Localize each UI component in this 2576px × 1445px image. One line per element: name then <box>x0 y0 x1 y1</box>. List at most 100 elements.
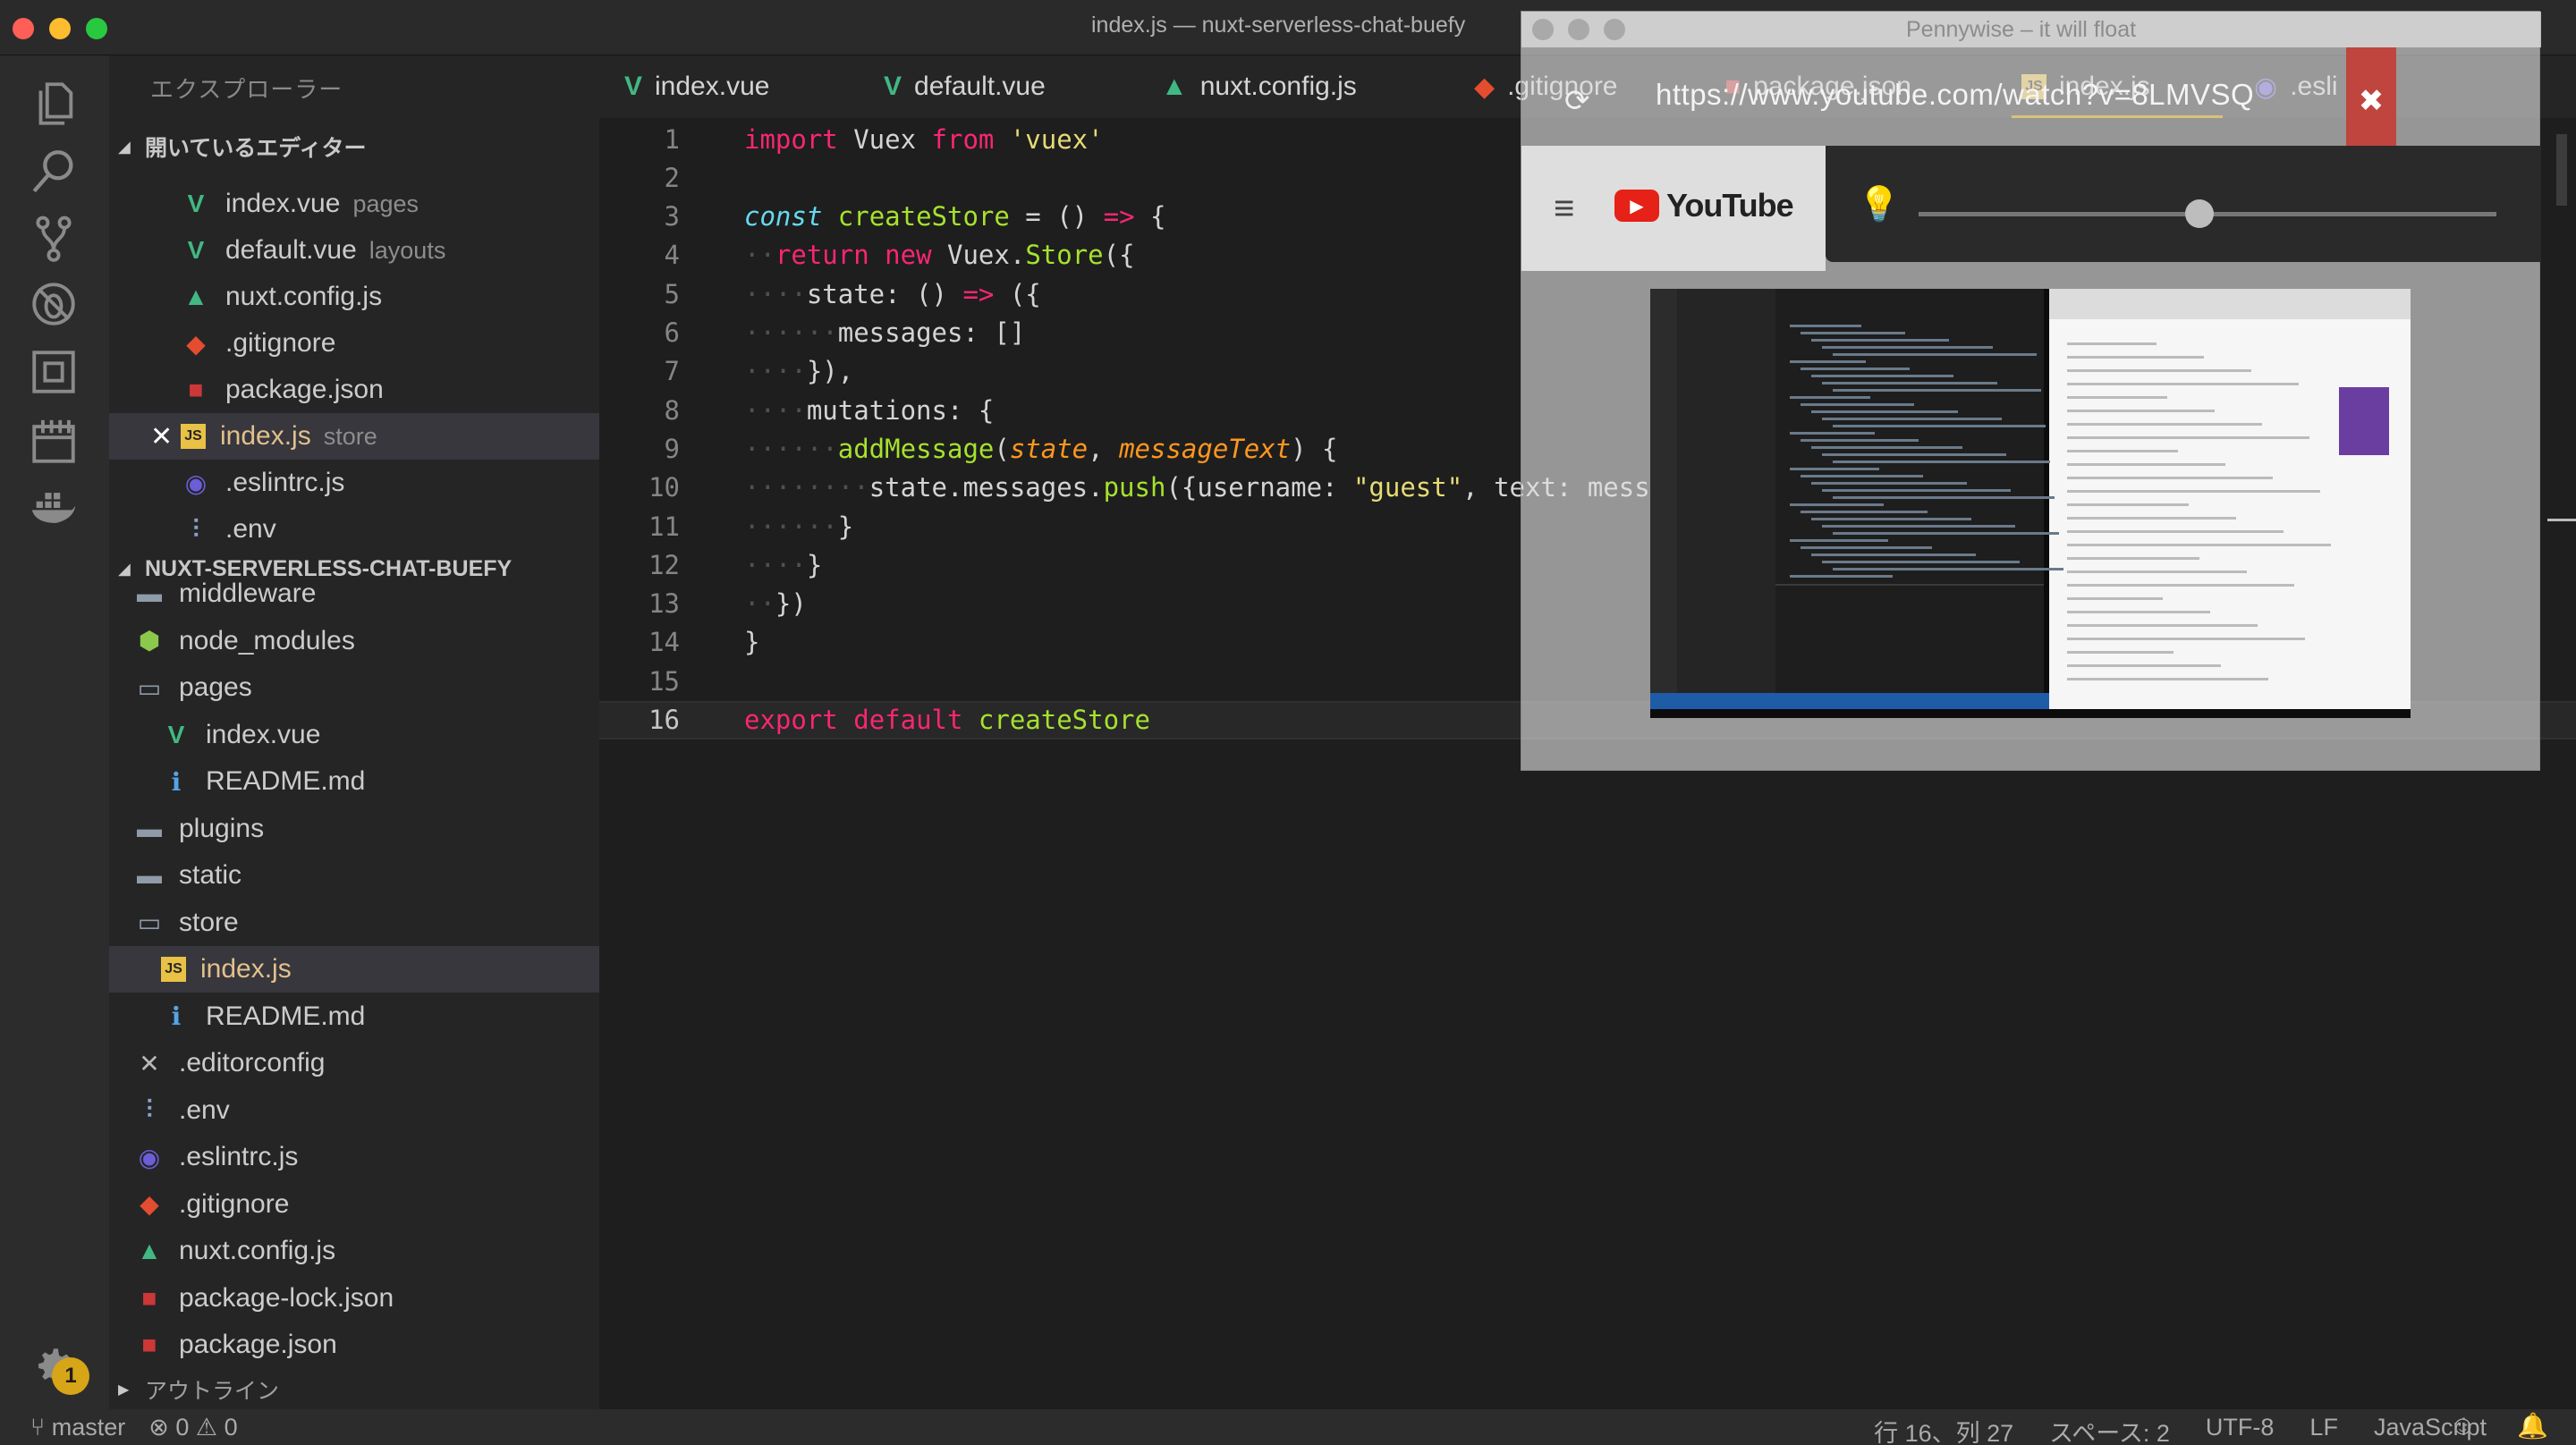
outline-header[interactable]: ▶ アウトライン <box>118 1373 599 1406</box>
project-tree: ▬ middleware ⬢ node_modules ▭ pages Vindex.vue… <box>109 581 599 1386</box>
file-name: node_modules <box>179 625 355 655</box>
file-name: index.vue <box>206 719 321 749</box>
video-player[interactable] <box>1650 289 2411 718</box>
open-editor-item[interactable]: ⫶ .env <box>109 506 599 553</box>
tree-item[interactable]: ℹ README.md <box>109 993 599 1040</box>
code-text: const createStore = () => { <box>744 201 1166 232</box>
open-editor-item[interactable]: ■ package.json <box>109 367 599 413</box>
file-folder-hint: store <box>323 422 377 450</box>
open-editor-item[interactable]: ◉ .eslintrc.js <box>109 460 599 506</box>
tree-item[interactable]: ℹ README.md <box>109 758 599 805</box>
close-float-button[interactable]: ✖ <box>2346 47 2396 155</box>
folder-open-icon: ▭ <box>137 908 162 936</box>
folder-icon: ▬ <box>137 581 162 607</box>
eol[interactable]: LF <box>2309 1414 2338 1445</box>
close-window-button[interactable] <box>13 18 34 39</box>
editor-tab[interactable]: ▲ nuxt.config.js <box>1161 55 1357 118</box>
expanded-chevron-icon: ◢ <box>118 137 131 156</box>
files-icon[interactable] <box>25 75 82 132</box>
folder-icon: ▬ <box>137 861 162 889</box>
minimize-window-button[interactable] <box>49 18 71 39</box>
hamburger-menu-icon[interactable]: ≡ <box>1554 189 1574 229</box>
tree-item[interactable]: ■ package.json <box>109 1322 599 1368</box>
file-name: pages <box>179 672 252 702</box>
debug-icon[interactable] <box>25 275 82 333</box>
cursor-position[interactable]: 行 16、列 27 <box>1874 1414 2013 1445</box>
opacity-control-bar: 💡 <box>1826 146 2541 262</box>
tree-item[interactable]: ◆ .gitignore <box>109 1181 599 1228</box>
tree-item[interactable]: ■ package-lock.json <box>109 1275 599 1322</box>
line-number: 7 <box>664 356 680 387</box>
tree-item[interactable]: JS index.js <box>109 946 599 993</box>
info-icon: ℹ <box>171 767 182 796</box>
vue-icon: V <box>624 72 643 101</box>
tree-item[interactable]: ▭ pages <box>109 664 599 711</box>
file-folder-hint: layouts <box>369 236 446 264</box>
editor-tab[interactable]: Vindex.vue <box>624 55 769 118</box>
editor-tab[interactable]: Vdefault.vue <box>884 55 1046 118</box>
code-text: ······addMessage(state, messageText) { <box>744 433 1338 464</box>
floating-browser-window: Pennywise – it will float ⟳ https://www.… <box>1521 11 2541 771</box>
tree-item[interactable]: ▲ nuxt.config.js <box>109 1228 599 1274</box>
zoom-window-button[interactable] <box>86 18 107 39</box>
problems-indicator[interactable]: ⊗ 0 ⚠ 0 <box>148 1414 237 1441</box>
git-branch[interactable]: ⑂ master <box>30 1414 125 1441</box>
tree-item[interactable]: Vindex.vue <box>109 712 599 758</box>
tree-item[interactable]: ▬ middleware <box>109 581 599 617</box>
npm-icon: ■ <box>141 1331 157 1358</box>
npm-icon: ■ <box>188 376 204 403</box>
reload-icon[interactable]: ⟳ <box>1564 83 1590 119</box>
calendar-icon[interactable] <box>25 413 82 470</box>
nuxt-icon: ▲ <box>183 283 208 310</box>
file-name: nuxt.config.js <box>179 1236 336 1265</box>
code-text: ····state: () => ({ <box>744 278 1041 309</box>
search-icon[interactable] <box>25 143 82 200</box>
tree-item[interactable]: ✕ .editorconfig <box>109 1040 599 1086</box>
open-editors-header[interactable]: ◢ 開いているエディター <box>118 131 367 163</box>
youtube-logo[interactable]: ▶ YouTube <box>1614 187 1794 224</box>
indentation[interactable]: スペース: 2 <box>2049 1414 2170 1445</box>
project-header[interactable]: ◢ NUXT-SERVERLESS-CHAT-BUEFY <box>118 556 512 582</box>
code-text: } <box>744 627 760 658</box>
line-number: 5 <box>664 278 680 309</box>
npm-lock-icon: ■ <box>141 1283 157 1312</box>
file-name: default.vue <box>225 235 357 265</box>
open-editor-item[interactable]: Vindex.vue pages <box>109 181 599 227</box>
nuxt-icon: ▲ <box>137 1237 162 1264</box>
float-minimize-dot[interactable] <box>1568 19 1589 40</box>
bell-icon[interactable]: 🔔 <box>2517 1411 2548 1441</box>
file-name: .env <box>179 1094 230 1125</box>
docker-icon[interactable] <box>25 479 82 537</box>
tree-item[interactable]: ⬢ node_modules <box>109 618 599 664</box>
open-editor-item[interactable]: Vdefault.vue layouts <box>109 227 599 274</box>
collapsed-chevron-icon: ▶ <box>118 1382 130 1398</box>
opacity-slider-knob[interactable] <box>2185 199 2214 228</box>
line-number: 14 <box>648 627 680 658</box>
file-name: .gitignore <box>179 1188 290 1219</box>
close-icon[interactable]: ✕ <box>150 421 173 452</box>
open-editor-item[interactable]: ▲ nuxt.config.js <box>109 274 599 320</box>
tree-item[interactable]: ▬ plugins <box>109 806 599 852</box>
float-zoom-dot[interactable] <box>1604 19 1625 40</box>
encoding[interactable]: UTF-8 <box>2206 1414 2275 1445</box>
tree-item[interactable]: ⫶ .env <box>109 1087 599 1134</box>
file-name: middleware <box>179 581 317 608</box>
url-field[interactable]: https://www.youtube.com/watch?v=8LMVSQ <box>1656 78 2254 112</box>
extensions-icon[interactable] <box>25 343 82 401</box>
source-control-icon[interactable] <box>25 209 82 266</box>
explorer-sidebar: エクスプローラー ◢ 開いているエディター Vindex.vue pages Vde… <box>109 55 599 1409</box>
smiley-feedback-icon[interactable]: ☺ <box>2449 1411 2477 1441</box>
editor-scrollbar[interactable] <box>2556 134 2567 206</box>
tree-item[interactable]: ▭ store <box>109 900 599 946</box>
file-name: index.vue <box>225 189 341 218</box>
settings-badge: 1 <box>52 1357 89 1395</box>
tree-item[interactable]: ◉ .eslintrc.js <box>109 1134 599 1180</box>
open-editor-item[interactable]: ✕ JS index.js store <box>109 413 599 460</box>
float-close-dot[interactable] <box>1532 19 1554 40</box>
tab-label: index.vue <box>655 72 770 101</box>
file-name: index.js <box>200 954 292 984</box>
folder-icon: ▬ <box>137 814 162 842</box>
tree-item[interactable]: ▬ static <box>109 852 599 899</box>
line-number: 16 <box>648 705 680 735</box>
open-editor-item[interactable]: ◆ .gitignore <box>109 320 599 367</box>
